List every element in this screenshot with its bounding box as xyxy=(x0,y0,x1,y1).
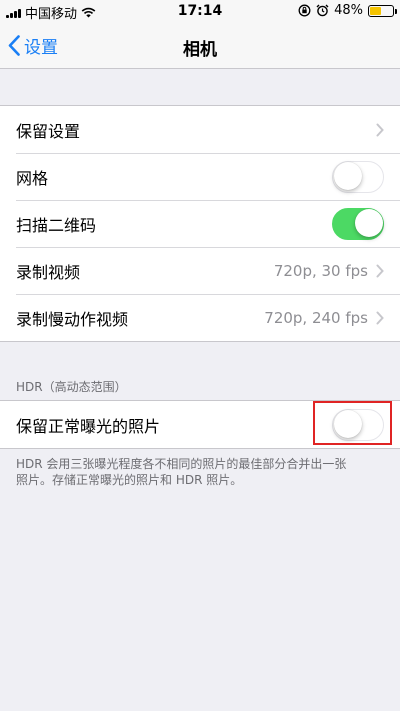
battery-level xyxy=(370,6,381,15)
row-label: 录制慢动作视频 xyxy=(16,309,129,329)
toggle-knob xyxy=(333,162,362,190)
chevron-right-icon xyxy=(376,123,384,136)
orientation-lock-icon xyxy=(298,4,311,17)
navigation-bar: 设置 相机 xyxy=(0,24,400,69)
battery-icon xyxy=(368,4,397,17)
chevron-right-icon xyxy=(376,264,384,277)
record-slo-mo-row[interactable]: 录制慢动作视频 720p, 240 fps xyxy=(0,294,400,341)
wifi-icon xyxy=(81,7,96,18)
hdr-section-header: HDR（高动态范围） xyxy=(16,380,127,394)
signal-icon xyxy=(6,8,21,18)
status-left: 中国移动 xyxy=(6,3,96,22)
hdr-group: 保留正常曝光的照片 xyxy=(0,400,400,449)
row-label: 录制视频 xyxy=(16,262,81,282)
page-title: 相机 xyxy=(183,40,217,60)
alarm-icon xyxy=(316,4,329,17)
camera-settings-group: 保留设置 网格 扫描二维码 录制视频 720p, 30 fps 录制慢动作视频 … xyxy=(0,105,400,342)
row-value: 720p, 30 fps xyxy=(273,261,368,280)
grid-row: 网格 xyxy=(0,153,400,200)
scan-qr-code-toggle[interactable] xyxy=(332,207,384,240)
toggle-knob xyxy=(333,410,362,438)
row-label: 网格 xyxy=(16,168,49,188)
status-right: 48% xyxy=(298,3,397,18)
toggle-knob xyxy=(354,209,383,237)
row-label: 保留设置 xyxy=(16,121,81,141)
carrier-name: 中国移动 xyxy=(25,7,78,22)
scan-qr-code-row: 扫描二维码 xyxy=(0,200,400,247)
record-video-row[interactable]: 录制视频 720p, 30 fps xyxy=(0,247,400,294)
status-bar: 中国移动 17:14 48% xyxy=(0,0,400,24)
preserve-settings-row[interactable]: 保留设置 xyxy=(0,106,400,153)
hdr-footer-line-2: 照片。存储正常曝光的照片和 HDR 照片。 xyxy=(16,473,243,487)
keep-normal-photo-toggle[interactable] xyxy=(332,408,384,441)
row-label: 扫描二维码 xyxy=(16,215,97,235)
battery-percent: 48% xyxy=(334,3,363,18)
row-label: 保留正常曝光的照片 xyxy=(16,416,161,436)
chevron-right-icon xyxy=(376,311,384,324)
hdr-footer-line-1: HDR 会用三张曝光程度各不相同的照片的最佳部分合并出一张 xyxy=(16,457,347,471)
hdr-footer-note: HDR 会用三张曝光程度各不相同的照片的最佳部分合并出一张 照片。存储正常曝光的… xyxy=(16,456,386,488)
row-value: 720p, 240 fps xyxy=(264,308,368,327)
grid-toggle[interactable] xyxy=(332,160,384,193)
keep-normal-photo-row: 保留正常曝光的照片 xyxy=(0,401,400,448)
